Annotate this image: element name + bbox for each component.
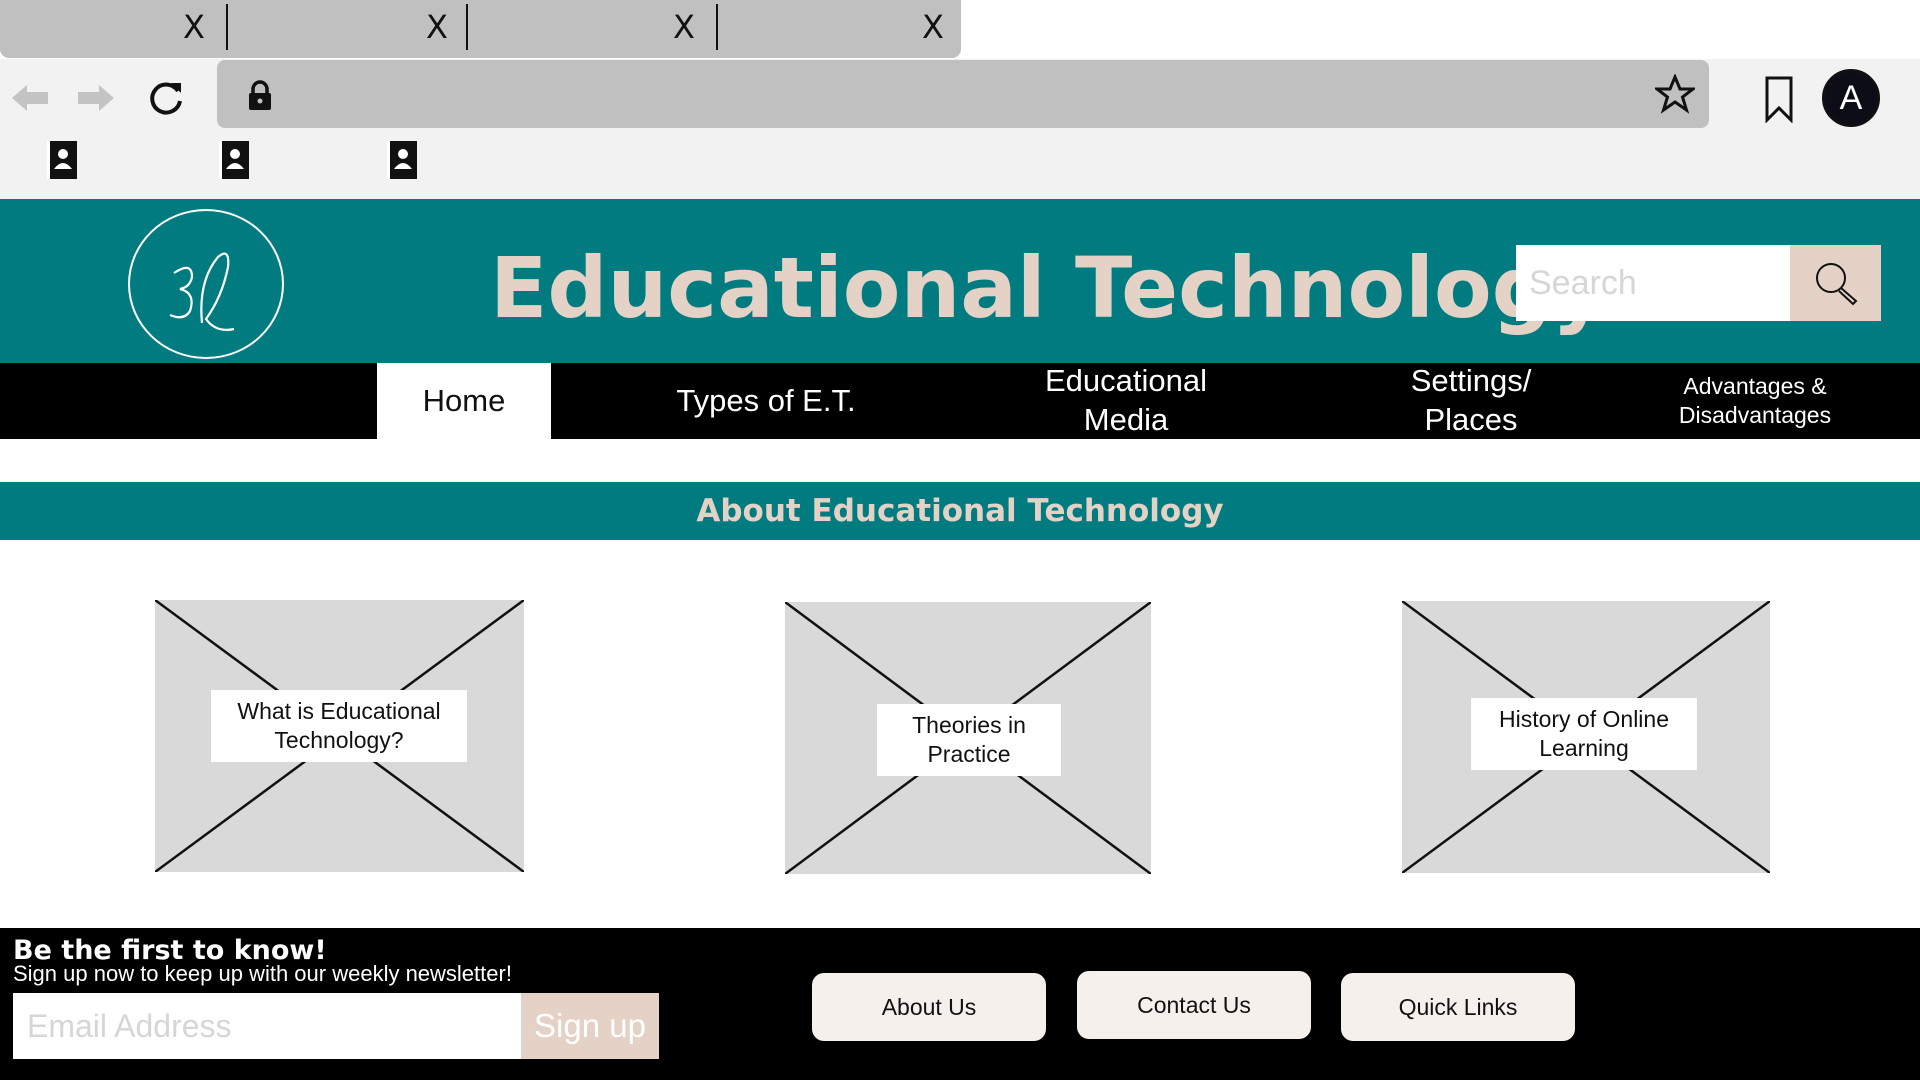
card-theories-in-practice[interactable]: Theories in Practice bbox=[785, 602, 1151, 874]
email-input[interactable] bbox=[13, 993, 521, 1059]
section-title: About Educational Technology bbox=[696, 493, 1224, 529]
browser-tab[interactable]: X bbox=[0, 0, 227, 58]
card-label: Theories in Practice bbox=[877, 704, 1061, 776]
reload-icon bbox=[150, 82, 182, 115]
card-history-online-learning[interactable]: History of Online Learning bbox=[1402, 601, 1770, 873]
nav-label: Advantages & Disadvantages bbox=[1678, 373, 1832, 428]
tab-close-button[interactable]: X bbox=[673, 8, 695, 46]
card-label: History of Online Learning bbox=[1471, 698, 1697, 770]
nav-advantages-disadvantages[interactable]: Advantages & Disadvantages bbox=[1655, 363, 1855, 439]
browser-tab[interactable]: X bbox=[718, 0, 961, 58]
site-title: Educational Technology bbox=[490, 239, 1607, 337]
nav-label: Home bbox=[422, 382, 506, 418]
nav-settings-places[interactable]: Settings/ Places bbox=[1381, 363, 1561, 439]
tab-close-button[interactable]: X bbox=[183, 8, 205, 46]
bookmark-icon[interactable] bbox=[1764, 75, 1794, 123]
arrow-left-icon bbox=[12, 85, 48, 111]
search-button[interactable] bbox=[1790, 245, 1881, 321]
main-nav: Home Types of E.T. Educational Media Set… bbox=[0, 363, 1920, 439]
browser-tab[interactable]: X bbox=[228, 0, 466, 58]
contact-us-button[interactable]: Contact Us bbox=[1077, 971, 1311, 1039]
address-bar[interactable] bbox=[217, 60, 1709, 128]
card-what-is-et[interactable]: What is Educational Technology? bbox=[155, 600, 524, 872]
about-us-button[interactable]: About Us bbox=[812, 973, 1046, 1041]
lock-icon bbox=[249, 80, 271, 110]
nav-label: Settings/ Places bbox=[1410, 363, 1532, 437]
browser-tab[interactable]: X bbox=[468, 0, 717, 58]
profile-avatar[interactable]: A bbox=[1822, 69, 1880, 127]
arrow-right-icon bbox=[78, 85, 114, 111]
signature-logo-icon[interactable] bbox=[128, 209, 284, 359]
nav-types-of-et[interactable]: Types of E.T. bbox=[620, 363, 912, 439]
footer: Be the first to know! Sign up now to kee… bbox=[0, 928, 1920, 1080]
card-label: What is Educational Technology? bbox=[211, 690, 467, 762]
signup-button[interactable]: Sign up bbox=[521, 993, 659, 1059]
reload-button[interactable] bbox=[144, 76, 188, 120]
tab-bar: X X X X bbox=[0, 0, 961, 58]
nav-educational-media[interactable]: Educational Media bbox=[1015, 363, 1237, 439]
contact-book-icon[interactable] bbox=[385, 139, 419, 181]
section-band: About Educational Technology bbox=[0, 482, 1920, 540]
browser-toolbar: A bbox=[0, 59, 1920, 199]
contact-book-icon[interactable] bbox=[217, 139, 251, 181]
back-button[interactable] bbox=[8, 76, 52, 120]
nav-home[interactable]: Home bbox=[377, 363, 551, 439]
contact-book-icon[interactable] bbox=[45, 139, 79, 181]
tab-close-button[interactable]: X bbox=[426, 8, 448, 46]
search-icon bbox=[1815, 263, 1857, 306]
nav-label: Educational Media bbox=[1044, 363, 1207, 437]
tab-close-button[interactable]: X bbox=[922, 8, 944, 46]
nav-label: Types of E.T. bbox=[676, 382, 856, 418]
quick-links-button[interactable]: Quick Links bbox=[1341, 973, 1575, 1041]
browser-tab-strip: X X X X bbox=[0, 0, 1920, 59]
site-header: Educational Technology bbox=[0, 199, 1920, 363]
star-icon[interactable] bbox=[1655, 74, 1695, 114]
search-input[interactable] bbox=[1516, 245, 1790, 321]
forward-button[interactable] bbox=[74, 76, 118, 120]
newsletter-subtitle: Sign up now to keep up with our weekly n… bbox=[13, 961, 512, 986]
